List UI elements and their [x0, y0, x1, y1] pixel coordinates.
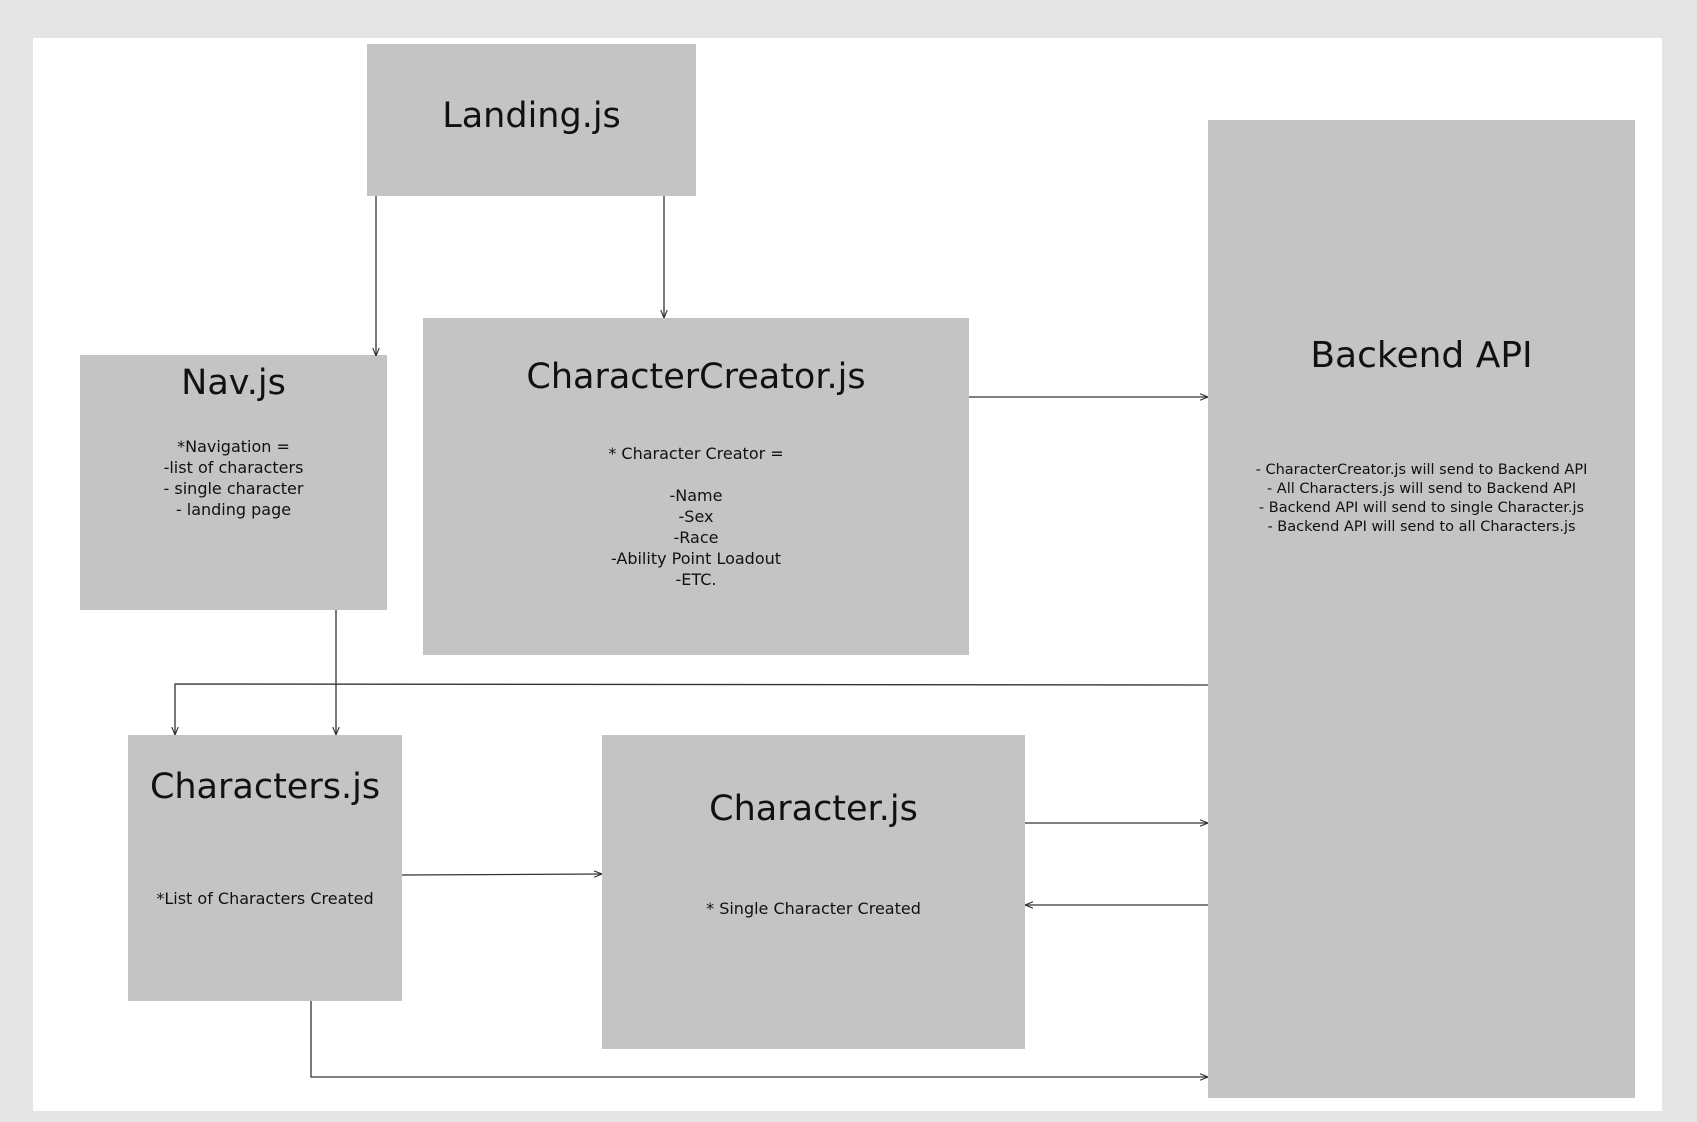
node-landing: Landing.js	[367, 44, 696, 196]
node-character-body: * Single Character Created	[706, 899, 921, 918]
node-character-creator: CharacterCreator.js * Character Creator …	[423, 318, 969, 655]
node-backend-api-title: Backend API	[1310, 335, 1533, 376]
node-characters: Characters.js *List of Characters Create…	[128, 735, 402, 1001]
node-backend-api-body: - CharacterCreator.js will send to Backe…	[1255, 462, 1588, 535]
node-character: Character.js * Single Character Created	[602, 735, 1025, 1049]
node-character-creator-title: CharacterCreator.js	[526, 357, 866, 397]
node-nav-body: *Navigation = -list of characters - sing…	[163, 437, 304, 519]
node-nav: Nav.js *Navigation = -list of characters…	[80, 355, 387, 610]
node-landing-title: Landing.js	[442, 96, 621, 136]
node-nav-title: Nav.js	[181, 363, 286, 403]
node-characters-body: *List of Characters Created	[156, 889, 374, 908]
node-backend-api: Backend API - CharacterCreator.js will s…	[1208, 120, 1635, 1098]
node-characters-title: Characters.js	[149, 767, 381, 807]
node-character-title: Character.js	[709, 789, 918, 829]
node-character-creator-body: * Character Creator = -Name -Sex -Race -…	[608, 444, 784, 589]
